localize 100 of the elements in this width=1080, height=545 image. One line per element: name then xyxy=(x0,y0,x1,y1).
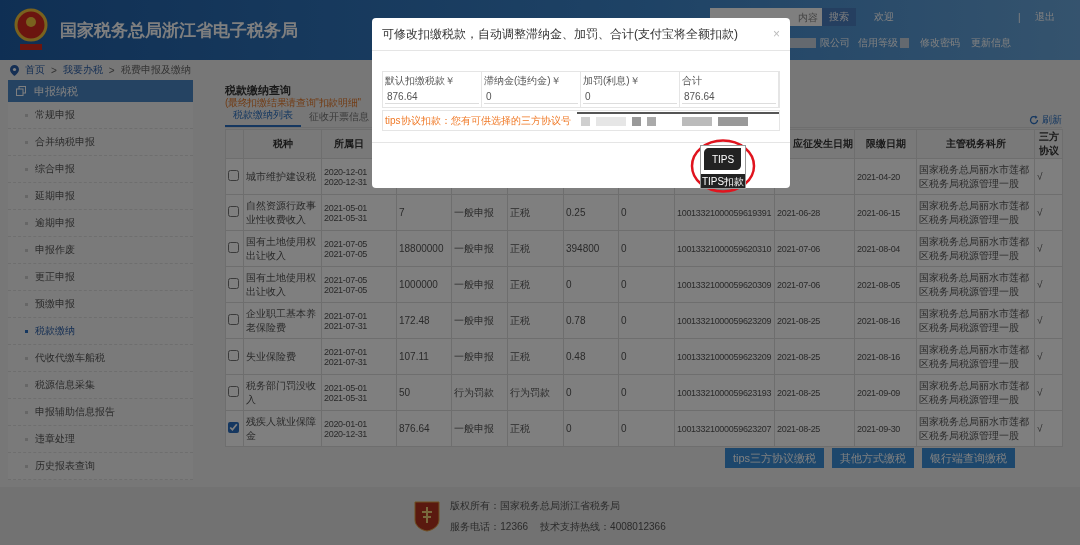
welcome-text: 欢迎 xyxy=(874,10,894,24)
refresh-link[interactable]: 刷新 xyxy=(1029,113,1062,127)
sidebar-item[interactable]: 综合申报 xyxy=(8,156,193,183)
table-cell: 0 xyxy=(618,266,675,303)
row-checkbox[interactable] xyxy=(228,278,239,289)
table-cell: 0 xyxy=(618,230,675,267)
sidebar-item[interactable]: 申报辅助信息报告 xyxy=(8,399,193,426)
table-cell: 10013321000059623209 xyxy=(674,302,775,339)
table-cell: 2021-08-04 xyxy=(854,230,917,267)
table-cell: 国有土地使用权出让收入 xyxy=(243,266,322,303)
table-cell: 172.48 xyxy=(396,302,452,339)
column-header: 三方协议 xyxy=(1034,129,1063,159)
sidebar-item[interactable]: 常规申报 xyxy=(8,102,193,129)
table-cell: 50 xyxy=(396,374,452,411)
table-cell: 0.78 xyxy=(563,302,619,339)
amount-field[interactable]: 0 xyxy=(484,90,578,104)
sidebar-item[interactable]: 代收代缴车船税 xyxy=(8,345,193,372)
pay-button[interactable]: 其他方式缴税 xyxy=(832,448,914,468)
support-text: 技术支持热线：4008012366 xyxy=(540,519,666,534)
table-cell: 2021-08-16 xyxy=(854,302,917,339)
notice-text: (最终扣缴结果请查询"扣款明细" xyxy=(225,97,361,109)
logout-link[interactable]: 退出 xyxy=(1034,10,1055,24)
table-cell: 10013321000059623207 xyxy=(674,410,775,447)
table-cell: 正税 xyxy=(507,266,564,303)
column-header: 限缴日期 xyxy=(854,129,917,159)
sidebar-item[interactable]: 逾期申报 xyxy=(8,210,193,237)
row-checkbox[interactable] xyxy=(228,314,239,325)
row-checkbox[interactable] xyxy=(228,386,239,397)
sidebar-item[interactable]: 申报作废 xyxy=(8,237,193,264)
tips-logo[interactable]: TIPS TIPS扣款 xyxy=(700,145,746,189)
table-cell: 2021-07-06 xyxy=(774,230,855,267)
shield-emblem-icon xyxy=(414,500,441,532)
table-cell: √ xyxy=(1034,194,1063,231)
table-cell: 自然资源行政事业性收费收入 xyxy=(243,194,322,231)
table-cell: 正税 xyxy=(507,302,564,339)
row-checkbox[interactable] xyxy=(228,242,239,253)
table-cell: 国有土地使用权出让收入 xyxy=(243,230,322,267)
table-cell: 0.25 xyxy=(563,194,619,231)
table-cell: 7 xyxy=(396,194,452,231)
breadcrumb-link[interactable]: 我要办税 xyxy=(62,63,103,77)
sidebar-item[interactable]: 违章处理 xyxy=(8,426,193,453)
table-cell: 0 xyxy=(563,266,619,303)
tab[interactable]: 税款缴纳列表 xyxy=(225,108,301,127)
breadcrumb-separator: > xyxy=(108,64,115,76)
search-button[interactable]: 搜索 xyxy=(822,8,856,26)
close-button[interactable]: × xyxy=(773,27,780,41)
row-checkbox[interactable] xyxy=(228,206,239,217)
table-cell: 残疾人就业保障金 xyxy=(243,410,322,447)
table-cell: 正税 xyxy=(507,410,564,447)
modal-title: 可修改扣缴税款，自动调整滞纳金、加罚、合计(支付宝将全额扣款) xyxy=(382,25,738,43)
table-cell: 企业职工基本养老保险费 xyxy=(243,302,322,339)
table-cell: √ xyxy=(1034,410,1063,447)
breadcrumb-link[interactable]: 首页 xyxy=(25,63,45,77)
table-cell: 2021-09-30 xyxy=(854,410,917,447)
pay-button[interactable]: 银行端查询缴税 xyxy=(922,448,1015,468)
header-link[interactable]: 修改密码 xyxy=(920,36,960,50)
table-cell: 10013321000059619391 xyxy=(674,194,775,231)
table-cell: 2021-04-20 xyxy=(854,158,917,195)
table-cell: 2021-06-15 xyxy=(854,194,917,231)
table-cell: 0 xyxy=(563,374,619,411)
table-cell: 0 xyxy=(618,410,675,447)
table-cell: 正税 xyxy=(507,194,564,231)
table-cell: √ xyxy=(1034,230,1063,267)
table-cell: 2021-08-25 xyxy=(774,410,855,447)
credit-link[interactable]: 信用等级 xyxy=(858,36,898,50)
table-cell: 2021-05-01 2021-05-31 xyxy=(321,194,397,231)
field-label: 加罚(利息)￥ xyxy=(583,74,641,88)
table-cell: 0 xyxy=(618,374,675,411)
table-cell: 行为罚款 xyxy=(507,374,564,411)
agreement-select[interactable] xyxy=(576,112,779,129)
amount-field[interactable]: 876.64 xyxy=(385,90,479,104)
sidebar-item[interactable]: 延期申报 xyxy=(8,183,193,210)
amount-field[interactable]: 0 xyxy=(583,90,677,104)
table-cell: √ xyxy=(1034,266,1063,303)
header-link[interactable]: 更新信息 xyxy=(971,36,1011,50)
table-cell: 0 xyxy=(618,338,675,375)
row-checkbox[interactable] xyxy=(228,170,239,181)
sidebar-item[interactable]: 合并纳税申报 xyxy=(8,129,193,156)
copyright-text: 版权所有：国家税务总局浙江省税务局 xyxy=(450,498,622,513)
table-cell: 行为罚款 xyxy=(451,374,508,411)
amount-field[interactable]: 876.64 xyxy=(682,90,776,104)
table-cell: √ xyxy=(1034,158,1063,195)
field-label: 合计 xyxy=(682,74,703,88)
table-cell: 税务部门罚没收入 xyxy=(243,374,322,411)
sidebar-item[interactable]: 历史报表查询 xyxy=(8,453,193,480)
table-cell: 2021-07-05 2021-07-05 xyxy=(321,266,397,303)
table-cell: 城市维护建设税 xyxy=(243,158,322,195)
table-cell: 10013321000059623193 xyxy=(674,374,775,411)
table-cell: 1000000 xyxy=(396,266,452,303)
table-cell: 2021-08-05 xyxy=(854,266,917,303)
sidebar-item[interactable]: 税款缴纳 xyxy=(8,318,193,345)
row-checkbox[interactable] xyxy=(228,350,239,361)
sidebar-item[interactable]: 更正申报 xyxy=(8,264,193,291)
sidebar-item[interactable]: 预缴申报 xyxy=(8,291,193,318)
table-cell: 18800000 xyxy=(396,230,452,267)
sidebar-item[interactable]: 税源信息采集 xyxy=(8,372,193,399)
sidebar-header[interactable]: 申报纳税 xyxy=(8,80,193,102)
row-checkbox[interactable] xyxy=(228,422,239,433)
highlight-circle xyxy=(690,139,756,193)
table-cell: √ xyxy=(1034,338,1063,375)
